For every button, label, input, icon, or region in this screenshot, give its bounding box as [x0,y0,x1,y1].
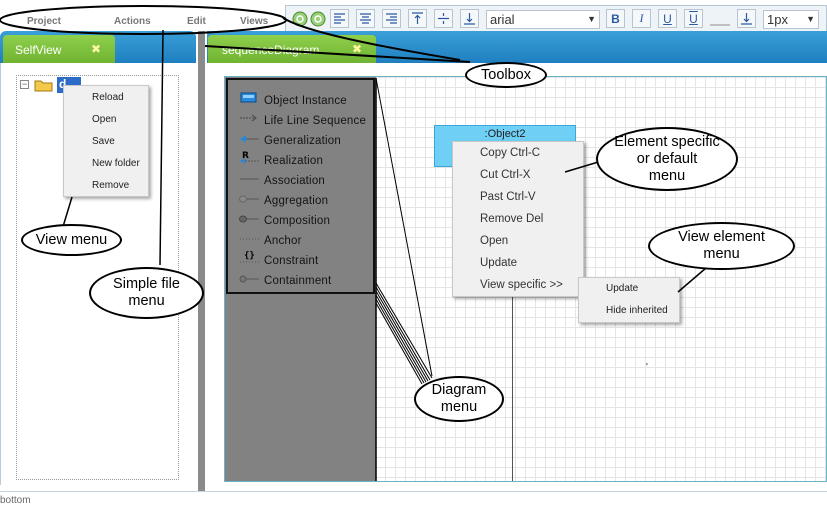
valign-top-icon[interactable] [408,9,427,28]
menu-edit[interactable]: Edit [187,16,206,27]
folder-icon [34,78,54,92]
callout-element-menu-line1: Element specific [614,133,720,150]
tab-sequence-diagram[interactable]: sequenceDiagram ✖ [208,35,376,63]
menu-item-save[interactable]: Save [92,136,115,147]
palette-item-containment[interactable]: Containment [264,275,331,287]
italic-button[interactable]: I [632,9,651,28]
palette-item-lifeline-sequence[interactable]: Life Line Sequence [264,115,366,127]
line-color-icon[interactable] [710,11,730,27]
menu-item-remove-del[interactable]: Remove Del [480,213,543,225]
menu-item-hide-inherited[interactable]: Hide inherited [606,305,668,316]
line-width-icon[interactable] [737,9,756,28]
realization-icon: R [239,150,259,164]
palette-item-realization[interactable]: Realization [264,155,323,167]
anchor-icon [239,233,259,245]
status-text: bottom [0,495,31,506]
menu-item-reload[interactable]: Reload [92,92,124,103]
align-center-icon[interactable] [356,9,375,28]
line-size-value: 1px [767,12,788,27]
left-tab-bar: SelfView ✖ [0,31,196,63]
font-family-select[interactable]: arial ▼ [486,10,600,29]
callout-view-element-menu-line1: View element [678,229,765,245]
tree-context-menu: Reload Open Save New folder Remove [63,85,149,197]
svg-text:{}: {} [244,251,255,261]
palette-item-anchor[interactable]: Anchor [264,235,302,247]
callout-view-menu: View menu [21,224,122,256]
menu-item-cut[interactable]: Cut Ctrl-X [480,169,530,181]
valign-middle-icon[interactable] [434,9,453,28]
chevron-down-icon: ▼ [587,14,596,24]
close-icon[interactable]: ✖ [352,42,362,56]
callout-diagram-menu-line1: Diagram [431,382,487,398]
zoom-in-icon[interactable] [290,9,309,28]
callout-element-menu-line2: or default [636,150,698,167]
generalization-icon [239,133,259,145]
menu-item-update[interactable]: Update [480,257,517,269]
tree-expander-icon[interactable]: − [20,80,29,89]
menu-item-update[interactable]: Update [606,283,638,294]
bold-button[interactable]: B [606,9,625,28]
line-size-select[interactable]: 1px ▼ [763,10,819,29]
callout-view-menu-text: View menu [35,231,108,248]
palette-item-composition[interactable]: Composition [264,215,330,227]
callout-element-menu: Element specific or default menu [596,127,738,191]
align-right-icon[interactable] [382,9,401,28]
containment-icon [239,273,259,285]
callout-simple-file-menu-line1: Simple file [113,276,180,292]
valign-bottom-icon[interactable] [460,9,479,28]
menu-actions[interactable]: Actions [114,16,151,27]
object-instance-icon [239,92,259,104]
panel-splitter[interactable] [198,31,205,491]
menu-item-open[interactable]: Open [480,235,508,247]
association-icon [239,173,259,185]
right-tab-bar: sequenceDiagram ✖ [207,31,827,63]
aggregation-icon [239,193,259,205]
zoom-out-icon[interactable] [308,9,327,28]
align-left-icon[interactable] [330,9,349,28]
callout-view-element-menu: View element menu [648,222,795,270]
menu-views[interactable]: Views [240,16,268,27]
constraint-icon: {} [239,249,259,263]
menu-item-new-folder[interactable]: New folder [92,158,140,169]
underline-button[interactable]: U [658,9,677,28]
object-label: :Object2 [484,128,526,140]
tab-sequence-diagram-label: sequenceDiagram [222,43,320,57]
callout-toolbox-text: Toolbox [481,66,531,83]
composition-icon [239,213,259,225]
callout-toolbox: Toolbox [465,62,547,88]
callout-element-menu-line3: menu [648,167,686,184]
palette-item-object-instance[interactable]: Object Instance [264,95,347,107]
font-family-value: arial [490,12,515,27]
close-icon[interactable]: ✖ [91,42,101,56]
chevron-down-icon: ▼ [806,14,815,24]
callout-simple-file-menu: Simple file menu [89,267,204,319]
status-bar: bottom [0,491,827,519]
menu-item-view-specific[interactable]: View specific >> [480,279,563,291]
menu-item-copy[interactable]: Copy Ctrl-C [480,147,540,159]
callout-diagram-menu-line2: menu [440,399,478,415]
callout-diagram-menu: Diagram menu [414,376,504,422]
lifeline-icon [239,112,259,124]
canvas-mark: ' [646,362,648,373]
toolbox: arial ▼ B I U U 1px ▼ [285,5,827,33]
menu-project[interactable]: Project [27,16,61,27]
element-context-menu: Copy Ctrl-C Cut Ctrl-X Past Ctrl-V Remov… [452,141,584,297]
menu-item-remove[interactable]: Remove [92,180,129,191]
palette-item-generalization[interactable]: Generalization [264,135,341,147]
palette-item-association[interactable]: Association [264,175,325,187]
tab-selfview[interactable]: SelfView ✖ [3,35,115,63]
overline-button[interactable]: U [684,9,703,28]
view-specific-submenu: Update Hide inherited [578,277,680,323]
menu-item-paste[interactable]: Past Ctrl-V [480,191,536,203]
callout-simple-file-menu-line2: menu [128,293,165,309]
tab-selfview-label: SelfView [15,43,62,57]
callout-view-element-menu-line2: menu [703,246,740,262]
menu-item-open[interactable]: Open [92,114,116,125]
palette-item-aggregation[interactable]: Aggregation [264,195,328,207]
palette-item-constraint[interactable]: Constraint [264,255,318,267]
